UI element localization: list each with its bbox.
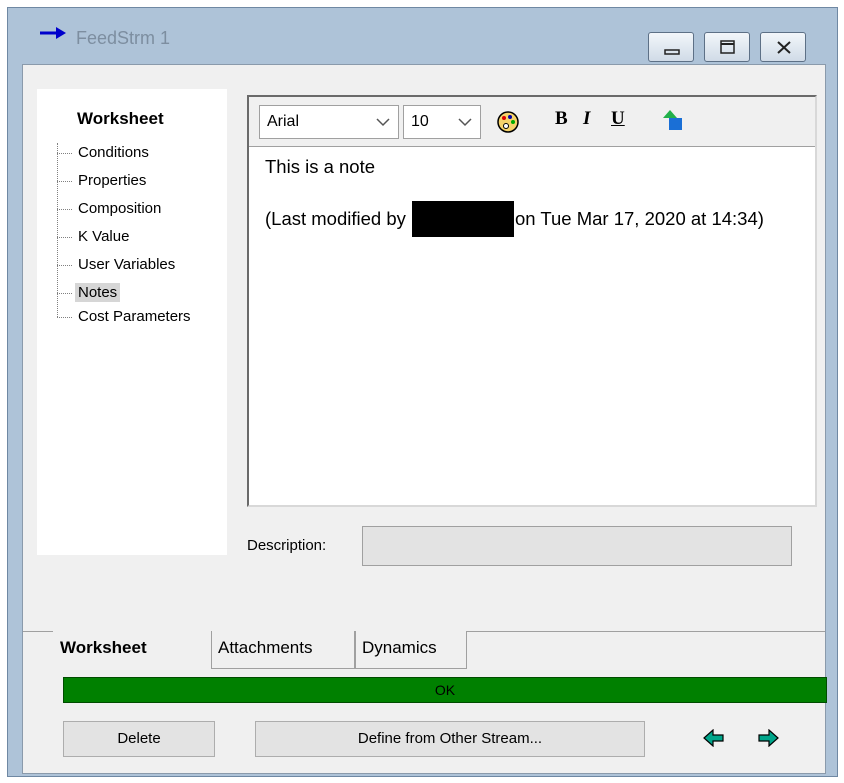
- nav-item-conditions[interactable]: Conditions: [75, 143, 152, 162]
- tree-branch: [57, 317, 72, 318]
- note-modified-prefix: (Last modified by: [265, 208, 406, 229]
- nav-item-cost-parameters[interactable]: Cost Parameters: [75, 307, 194, 326]
- client-area: Worksheet Conditions Properties Composit…: [22, 64, 827, 774]
- restore-button[interactable]: [704, 32, 750, 62]
- color-palette-icon[interactable]: [495, 109, 521, 135]
- note-content[interactable]: This is a note (Last modified by on Tue …: [265, 155, 810, 237]
- note-modified-line: (Last modified by on Tue Mar 17, 2020 at…: [265, 201, 810, 237]
- redacted-username: [412, 201, 515, 237]
- tree-line: [57, 143, 58, 317]
- size-select[interactable]: 10: [403, 105, 481, 139]
- tree-branch: [57, 153, 72, 154]
- note-line-1: This is a note: [265, 156, 376, 177]
- nav-item-properties[interactable]: Properties: [75, 171, 149, 190]
- tab-attachments[interactable]: Attachments: [211, 631, 355, 669]
- minimize-button[interactable]: [648, 32, 694, 62]
- tree-branch: [57, 237, 72, 238]
- underline-button[interactable]: U: [611, 108, 625, 130]
- nav-title: Worksheet: [77, 109, 164, 128]
- note-modified-suffix: on Tue Mar 17, 2020 at 14:34): [515, 208, 764, 229]
- define-from-other-stream-button[interactable]: Define from Other Stream...: [255, 721, 645, 757]
- chevron-down-icon: [458, 118, 472, 127]
- tab-worksheet-label: Worksheet: [60, 638, 147, 657]
- status-bar: OK: [63, 677, 827, 703]
- bold-button[interactable]: B: [555, 108, 568, 130]
- description-label: Description:: [247, 537, 327, 554]
- nav-item-k-value[interactable]: K Value: [75, 227, 132, 246]
- tab-dynamics-label: Dynamics: [362, 638, 437, 657]
- font-select-value: Arial: [267, 113, 300, 130]
- note-blank-line: [265, 178, 810, 201]
- notes-editor[interactable]: Arial 10 B I U This is a note (Last modi…: [247, 95, 817, 507]
- nav-item-user-variables[interactable]: User Variables: [75, 255, 178, 274]
- description-field[interactable]: [362, 526, 792, 566]
- restore-icon: [720, 40, 735, 54]
- font-select[interactable]: Arial: [259, 105, 399, 139]
- tree-branch: [57, 265, 72, 266]
- size-select-value: 10: [411, 113, 429, 130]
- arrow-left-icon[interactable]: [703, 729, 725, 747]
- close-icon: [777, 41, 791, 54]
- nav-item-composition[interactable]: Composition: [75, 199, 164, 218]
- stream-window: FeedStrm 1 Worksheet Conditions Properti…: [7, 7, 838, 777]
- nav-pane: Worksheet Conditions Properties Composit…: [37, 89, 227, 555]
- nav-item-notes[interactable]: Notes: [75, 283, 121, 302]
- tree-branch: [57, 293, 72, 294]
- tree-branch: [57, 209, 72, 210]
- stream-arrow-icon: [40, 27, 66, 39]
- tree-branch: [57, 181, 72, 182]
- background: FeedStrm 1 Worksheet Conditions Properti…: [0, 0, 844, 783]
- italic-button[interactable]: I: [583, 108, 590, 130]
- chevron-down-icon: [376, 118, 390, 127]
- delete-button[interactable]: Delete: [63, 721, 215, 757]
- insert-object-icon[interactable]: [661, 108, 685, 134]
- window-title: FeedStrm 1: [76, 28, 171, 48]
- tab-attachments-label: Attachments: [218, 638, 313, 657]
- tab-dynamics[interactable]: Dynamics: [355, 631, 467, 669]
- arrow-right-icon[interactable]: [757, 729, 779, 747]
- tab-worksheet[interactable]: Worksheet: [53, 631, 213, 669]
- close-button[interactable]: [760, 32, 806, 62]
- editor-toolbar: Arial 10 B I U: [249, 97, 815, 147]
- minimize-icon: [664, 49, 680, 55]
